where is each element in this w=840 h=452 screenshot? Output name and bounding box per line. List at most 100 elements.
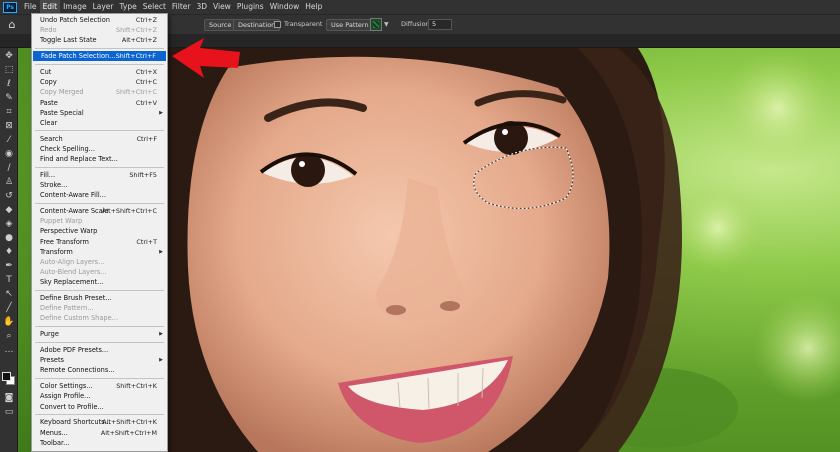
crop-tool-icon[interactable]: ⌗ [2, 106, 16, 118]
submenu-arrow-icon: ▶ [159, 248, 163, 255]
lasso-tool-icon[interactable]: ℓ [2, 78, 16, 90]
red-arrow-annotation [172, 38, 240, 78]
hand-tool-icon[interactable]: ✋ [2, 316, 16, 328]
menu-item-copy-merged: Copy Merged Shift+Ctrl+C [40, 88, 157, 97]
left-nostril [386, 305, 406, 315]
quick-select-tool-icon[interactable]: ✎ [2, 92, 16, 104]
blur-tool-icon[interactable]: ● [2, 232, 16, 244]
eyedropper-tool-icon[interactable]: ⁄ [2, 134, 16, 146]
menu-item-clear[interactable]: Clear [32, 118, 167, 128]
menu-filter[interactable]: Filter [169, 0, 194, 14]
menu-item-content-aware-fill[interactable]: Content-Aware Fill... [32, 190, 167, 200]
menu-item-transform[interactable]: Transform ▶ [32, 247, 167, 257]
menu-separator [35, 414, 164, 416]
menu-help[interactable]: Help [302, 0, 325, 14]
menu-item-toolbar[interactable]: Toolbar... [32, 438, 167, 448]
transparent-label: Transparent [284, 20, 323, 28]
left-eye-highlight [299, 161, 305, 167]
menu-item-content-aware-scale[interactable]: Content-Aware Scale Alt+Shift+Ctrl+C [32, 206, 167, 216]
dodge-tool-icon[interactable]: ♦ [2, 246, 16, 258]
menu-item-color-settings[interactable]: Color Settings... Shift+Ctrl+K [32, 381, 167, 391]
pattern-swatch[interactable] [370, 18, 382, 31]
menu-separator [35, 63, 164, 65]
menu-item-define-custom-shape: Define Custom Shape... [40, 314, 118, 323]
submenu-arrow-icon: ▶ [159, 109, 163, 116]
zoom-tool-icon[interactable]: ⌕ [2, 330, 16, 342]
path-select-tool-icon[interactable]: ↖ [2, 288, 16, 300]
menu-separator [35, 166, 164, 168]
history-brush-tool-icon[interactable]: ↺ [2, 190, 16, 202]
menu-type[interactable]: Type [117, 0, 140, 14]
menu-item-fade-patch-selection[interactable]: Fade Patch Selection... Shift+Ctrl+F [33, 51, 166, 62]
transparent-checkbox[interactable] [274, 20, 281, 28]
marquee-tool-icon[interactable]: ⬚ [2, 64, 16, 76]
menu-item-find-replace[interactable]: Find and Replace Text... [32, 154, 167, 164]
menu-select[interactable]: Select [140, 0, 169, 14]
line-tool-icon[interactable]: ╱ [2, 302, 16, 314]
bokeh-light [753, 293, 840, 403]
clone-stamp-tool-icon[interactable]: ♙ [2, 176, 16, 188]
photoshop-logo: Ps [3, 1, 17, 13]
transparent-option[interactable]: Transparent [274, 20, 322, 28]
menu-item-purge[interactable]: Purge ▶ [32, 329, 167, 339]
move-tool-icon[interactable]: ✥ [2, 50, 16, 62]
menu-item-copy[interactable]: Copy Ctrl+C [32, 77, 167, 87]
brush-tool-icon[interactable]: ∕ [2, 162, 16, 174]
foreground-color-swatch[interactable] [2, 372, 11, 381]
menu-layer[interactable]: Layer [90, 0, 117, 14]
menu-item-stroke[interactable]: Stroke... [32, 180, 167, 190]
menu-item-convert-to-profile[interactable]: Convert to Profile... [32, 402, 167, 412]
menu-item-sky-replacement[interactable]: Sky Replacement... [32, 277, 167, 287]
menu-item-search[interactable]: Search Ctrl+F [32, 134, 167, 144]
paint-bucket-tool-icon[interactable]: ◈ [2, 218, 16, 230]
menu-separator [35, 377, 164, 379]
use-pattern-button[interactable]: Use Pattern [326, 19, 374, 31]
type-tool-icon[interactable]: T [2, 274, 16, 286]
menu-item-assign-profile[interactable]: Assign Profile... [32, 391, 167, 401]
menu-item-cut[interactable]: Cut Ctrl+X [32, 67, 167, 77]
menu-window[interactable]: Window [267, 0, 303, 14]
submenu-arrow-icon: ▶ [159, 357, 163, 364]
menu-item-define-brush-preset[interactable]: Define Brush Preset... [32, 293, 167, 303]
menu-item-menus[interactable]: Menus... Alt+Shift+Ctrl+M [32, 428, 167, 438]
tools-panel: ✥ ⬚ ℓ ✎ ⌗ ⊠ ⁄ ◉ ∕ ♙ ↺ ◆ ◈ ● ♦ ✒ T ↖ ╱ ✋ … [0, 48, 18, 452]
menu-separator [35, 289, 164, 291]
more-tools-icon[interactable]: … [2, 344, 16, 356]
menu-item-adobe-pdf-presets[interactable]: Adobe PDF Presets... [32, 345, 167, 355]
menu-item-undo[interactable]: Undo Patch Selection Ctrl+Z [32, 15, 167, 25]
menu-edit[interactable]: Edit [39, 0, 61, 14]
menu-view[interactable]: View [210, 0, 234, 14]
menu-item-presets[interactable]: Presets ▶ [32, 355, 167, 365]
menu-separator [35, 341, 164, 343]
chevron-down-icon[interactable]: ▼ [384, 21, 389, 28]
pen-tool-icon[interactable]: ✒ [2, 260, 16, 272]
menu-file[interactable]: File [21, 0, 40, 14]
screen-mode-icon[interactable]: ▭ [2, 406, 16, 418]
menu-item-check-spelling[interactable]: Check Spelling... [32, 144, 167, 154]
menu-item-keyboard-shortcuts[interactable]: Keyboard Shortcuts... Alt+Shift+Ctrl+K [32, 417, 167, 427]
right-eye-highlight [502, 129, 508, 135]
menu-item-paste-special[interactable]: Paste Special ▶ [32, 108, 167, 118]
menu-separator [35, 130, 164, 132]
patch-tool-icon[interactable]: ◉ [2, 148, 16, 160]
menu-item-fill[interactable]: Fill... Shift+F5 [32, 170, 167, 180]
edit-menu-dropdown: Undo Patch Selection Ctrl+Z Redo Shift+Ctr… [31, 13, 168, 452]
menu-item-perspective-warp[interactable]: Perspective Warp [32, 226, 167, 236]
menu-plugins[interactable]: Plugins [234, 0, 267, 14]
home-icon[interactable]: ⌂ [5, 18, 19, 32]
menu-item-free-transform[interactable]: Free Transform Ctrl+T [32, 237, 167, 247]
menu-item-toggle-last-state[interactable]: Toggle Last State Alt+Ctrl+Z [32, 35, 167, 45]
menu-separator [35, 47, 164, 49]
diffusion-input[interactable]: 5 [428, 19, 452, 30]
menu-item-puppet-warp: Puppet Warp [40, 217, 83, 226]
menu-item-redo: Redo Shift+Ctrl+Z [40, 26, 157, 35]
menu-item-remote-connections[interactable]: Remote Connections... [32, 365, 167, 375]
frame-tool-icon[interactable]: ⊠ [2, 120, 16, 132]
menu-3d[interactable]: 3D [193, 0, 210, 14]
bokeh-light [673, 183, 763, 273]
menu-item-paste[interactable]: Paste Ctrl+V [32, 98, 167, 108]
eraser-tool-icon[interactable]: ◆ [2, 204, 16, 216]
source-button[interactable]: Source [204, 19, 237, 31]
quick-mask-icon[interactable]: ◙ [2, 392, 16, 404]
menu-image[interactable]: Image [60, 0, 90, 14]
